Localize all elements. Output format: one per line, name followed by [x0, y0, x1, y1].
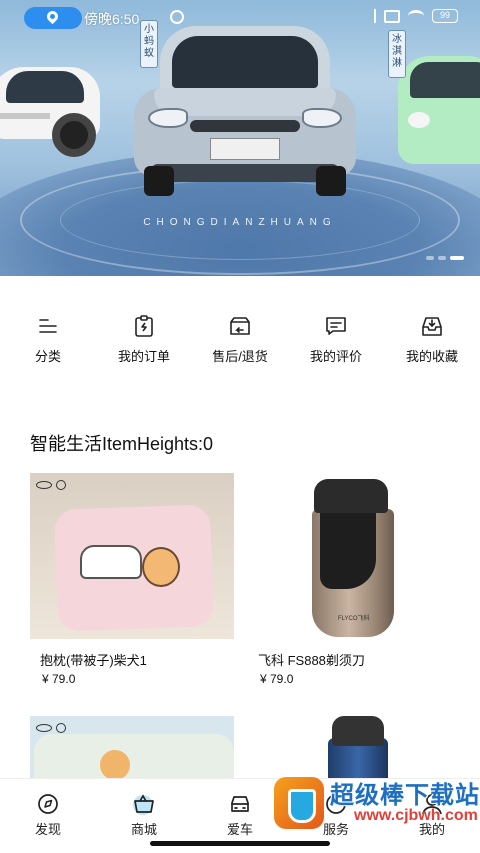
battery-icon: 99: [432, 9, 458, 23]
banner-car-white: [0, 55, 105, 157]
location-indicator: [24, 7, 82, 29]
quick-menu-reviews[interactable]: 我的评价: [288, 310, 384, 370]
banner-dot-active[interactable]: [450, 256, 464, 260]
promo-banner[interactable]: 小蚂蚁 冰淇淋 CHONGDIANZHUANG: [0, 0, 480, 276]
banner-dot[interactable]: [426, 256, 434, 260]
review-comment-icon: [326, 317, 346, 335]
mall-basket-icon: [133, 794, 154, 815]
product-name: 飞科 FS888剃须刀: [258, 653, 365, 668]
return-box-icon: [230, 317, 250, 335]
product-name: 抱枕(带被子)柴犬1: [40, 653, 147, 668]
banner-tag-right: 冰淇淋: [388, 30, 406, 78]
banner-car-silver: [134, 26, 356, 196]
brand-logo-icon: [36, 479, 66, 491]
section-title: 智能生活ItemHeights:0: [30, 434, 214, 454]
nav-label: 发现: [34, 822, 61, 837]
home-indicator[interactable]: [150, 841, 330, 846]
product-price: ¥ 79.0: [260, 672, 294, 686]
quick-menu: 分类 我的订单 售后/退货 我的评价 我的收藏: [0, 310, 480, 370]
product-image-pillow[interactable]: [30, 716, 234, 778]
wifi-icon: [408, 10, 424, 22]
status-time: 傍晚6:50: [84, 11, 140, 27]
banner-pager[interactable]: [426, 256, 464, 260]
location-pin-icon: [44, 8, 61, 25]
quick-menu-returns[interactable]: 售后/退货: [192, 310, 288, 370]
product-card[interactable]: [30, 716, 234, 778]
banner-dot[interactable]: [438, 256, 446, 260]
quick-menu-category[interactable]: 分类: [0, 310, 96, 370]
product-brand-label: FLYCO飞科: [338, 616, 370, 622]
quick-menu-label: 我的评价: [309, 349, 362, 364]
car-icon: [231, 796, 249, 812]
site-watermark: 超级棒下载站 www.cjbwh.com: [268, 773, 480, 833]
alarm-icon: [170, 10, 184, 24]
quick-menu-label: 分类: [34, 349, 61, 364]
watermark-url: www.cjbwh.com: [354, 807, 478, 824]
status-bar: 傍晚6:50 99: [0, 0, 480, 34]
banner-caption: CHONGDIANZHUANG: [143, 217, 337, 228]
notification-box-icon: [384, 9, 400, 23]
product-card[interactable]: 抱枕(带被子)柴犬1 ¥ 79.0: [30, 473, 234, 693]
favorite-inbox-icon: [422, 317, 442, 336]
product-image-pillow[interactable]: [30, 473, 234, 639]
product-image-shaver[interactable]: [248, 716, 452, 778]
quick-menu-orders[interactable]: 我的订单: [96, 310, 192, 370]
quick-menu-label: 售后/退货: [212, 349, 268, 364]
nav-discover[interactable]: 发现: [0, 779, 96, 853]
brand-logo-icon: [36, 722, 66, 734]
watermark-logo-icon: [274, 777, 324, 829]
quick-menu-favorites[interactable]: 我的收藏: [384, 310, 480, 370]
order-clipboard-icon: [135, 315, 153, 337]
banner-car-green: [398, 48, 480, 168]
bluetooth-icon: [366, 9, 376, 23]
product-card[interactable]: [248, 716, 452, 778]
watermark-title: 超级棒下载站: [330, 782, 480, 809]
quick-menu-label: 我的订单: [117, 349, 170, 364]
discover-compass-icon: [38, 794, 58, 814]
nav-label: 商城: [130, 822, 157, 837]
status-icons: 99: [366, 9, 458, 23]
category-list-icon: [39, 319, 57, 333]
quick-menu-label: 我的收藏: [405, 349, 458, 364]
product-card[interactable]: FLYCO飞科 飞科 FS888剃须刀 ¥ 79.0: [248, 473, 452, 693]
product-image-shaver[interactable]: FLYCO飞科: [248, 473, 452, 639]
product-price: ¥ 79.0: [42, 672, 76, 686]
